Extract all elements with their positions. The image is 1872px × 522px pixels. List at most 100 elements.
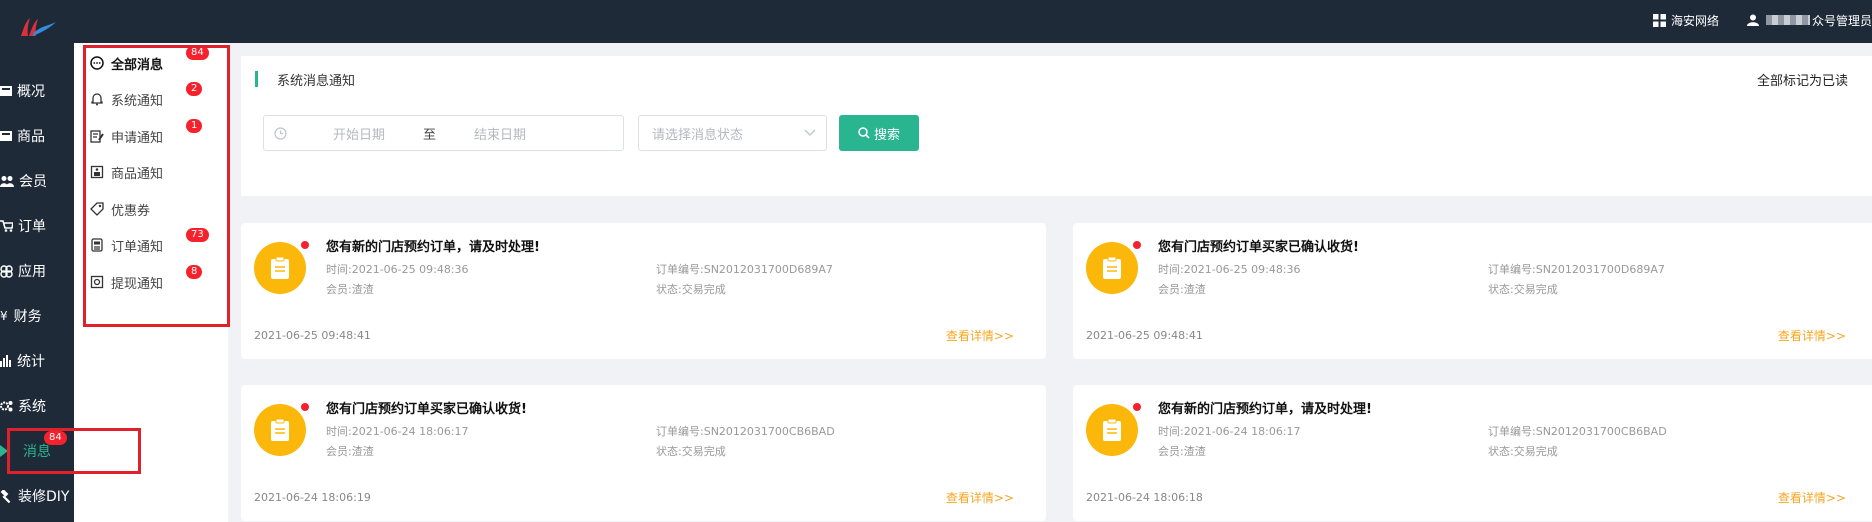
start-date-input[interactable]: 开始日期 (333, 124, 385, 143)
search-icon (858, 127, 870, 139)
message-member: 会员:渣渣 (326, 283, 374, 296)
sidebar-item-statistics[interactable]: 统计 (0, 346, 74, 376)
message-card[interactable]: 您有新的门店预约订单，请及时处理! 时间:2021-06-25 09:48:36… (241, 223, 1046, 359)
submenu-label: 申请通知 (111, 130, 164, 146)
submenu-item-application[interactable]: 申请通知 1 (90, 119, 222, 147)
safe-icon (90, 275, 104, 289)
message-title: 您有门店预约订单买家已确认收货! (1158, 240, 1359, 255)
submenu-label: 商品通知 (111, 166, 164, 182)
org-label: 海安网络 (1670, 13, 1719, 28)
sidebar-item-label: 统计 (17, 354, 45, 370)
message-created-time: 2021-06-24 18:06:18 (1086, 491, 1203, 504)
message-status: 状态:交易完成 (656, 445, 726, 458)
message-created-time: 2021-06-25 09:48:41 (254, 329, 371, 342)
message-time: 时间:2021-06-25 09:48:36 (326, 263, 469, 276)
submenu-badge: 73 (186, 228, 209, 242)
clipboard-icon (254, 404, 306, 456)
submenu-item-goods[interactable]: 商品通知 (90, 161, 222, 183)
page-title: 系统消息通知 (255, 70, 355, 89)
message-created-time: 2021-06-24 18:06:19 (254, 491, 371, 504)
receipt-icon (91, 238, 103, 252)
submenu-item-coupon[interactable]: 优惠券 (90, 198, 222, 220)
gear-icon (0, 401, 13, 412)
message-title: 您有门店预约订单买家已确认收货! (326, 402, 527, 417)
message-card[interactable]: 您有门店预约订单买家已确认收货! 时间:2021-06-25 09:48:36 … (1073, 223, 1872, 359)
tag-icon (90, 202, 104, 216)
sidebar-item-label: 会员 (19, 174, 47, 190)
sidebar-item-goods[interactable]: 商品 (0, 121, 74, 151)
chat-bubble-icon (90, 56, 104, 70)
org-switch[interactable]: 海安网络 (1652, 12, 1719, 29)
submenu-item-withdraw[interactable]: 提现通知 8 (90, 265, 222, 293)
message-order-no: 订单编号:SN2012031700CB6BAD (1488, 425, 1667, 438)
end-date-input[interactable]: 结束日期 (474, 124, 526, 143)
submenu-badge: 8 (186, 265, 203, 279)
main-sidebar: 概况 商品 会员 订单 应用 ¥ 财务 统计 系统 消息 84 装修DIY (0, 43, 74, 522)
sidebar-item-decoration[interactable]: 装修DIY (0, 481, 74, 511)
user-menu[interactable]: 众号管理员 (1746, 12, 1872, 29)
submenu-label: 优惠券 (111, 203, 151, 219)
bell-icon (91, 93, 103, 106)
unread-dot (1133, 403, 1141, 411)
message-title: 您有新的门店预约订单，请及时处理! (1158, 402, 1372, 417)
top-bar: 海安网络 众号管理员 (0, 0, 1872, 43)
message-member: 会员:渣渣 (1158, 445, 1206, 458)
bar-chart-icon (0, 355, 11, 367)
clipboard-icon (1086, 242, 1138, 294)
sidebar-item-label: 应用 (18, 264, 46, 280)
message-time: 时间:2021-06-25 09:48:36 (1158, 263, 1301, 276)
clock-icon (274, 126, 287, 140)
message-status: 状态:交易完成 (1488, 445, 1558, 458)
message-time: 时间:2021-06-24 18:06:17 (326, 425, 469, 438)
message-member: 会员:渣渣 (1158, 283, 1206, 296)
user-role-label: 众号管理员 (1811, 13, 1872, 28)
message-status-select[interactable]: 请选择消息状态 (638, 115, 827, 151)
sidebar-item-overview[interactable]: 概况 (0, 76, 74, 106)
submenu-badge: 84 (186, 46, 209, 60)
submenu-item-orders[interactable]: 订单通知 73 (90, 228, 222, 256)
edit-note-icon (90, 130, 104, 143)
sidebar-item-label: 系统 (18, 399, 46, 415)
sidebar-item-finance[interactable]: ¥ 财务 (0, 301, 74, 331)
apps-icon (0, 264, 13, 278)
message-card[interactable]: 您有新的门店预约订单，请及时处理! 时间:2021-06-24 18:06:17… (1073, 385, 1872, 521)
blurred-username (1765, 15, 1810, 25)
view-details-link[interactable]: 查看详情>> (1778, 489, 1846, 506)
date-range-picker[interactable]: 开始日期 至 结束日期 (263, 115, 624, 151)
clipboard-icon (1086, 404, 1138, 456)
submenu-badge: 2 (186, 82, 203, 96)
search-button[interactable]: 搜索 (839, 115, 919, 151)
submenu-label: 提现通知 (111, 276, 164, 292)
sidebar-item-messages[interactable]: 消息 84 (0, 431, 74, 466)
logo[interactable] (18, 16, 58, 38)
submenu-label: 全部消息 (111, 57, 164, 73)
sidebar-item-apps[interactable]: 应用 (0, 256, 74, 286)
unread-dot (301, 403, 309, 411)
status-select-placeholder: 请选择消息状态 (652, 127, 744, 143)
message-order-no: 订单编号:SN2012031700D689A7 (1488, 263, 1665, 276)
message-member: 会员:渣渣 (326, 445, 374, 458)
sidebar-item-members[interactable]: 会员 (0, 166, 74, 196)
message-created-time: 2021-06-25 09:48:41 (1086, 329, 1203, 342)
mark-all-read-button[interactable]: 全部标记为已读 (1757, 70, 1848, 89)
submenu-item-system[interactable]: 系统通知 2 (90, 82, 222, 110)
search-button-label: 搜索 (873, 127, 900, 143)
message-card[interactable]: 您有门店预约订单买家已确认收货! 时间:2021-06-24 18:06:17 … (241, 385, 1046, 521)
goods-icon (0, 131, 12, 141)
hammer-icon (0, 489, 11, 503)
view-details-link[interactable]: 查看详情>> (1778, 327, 1846, 344)
message-title: 您有新的门店预约订单，请及时处理! (326, 240, 540, 255)
members-icon (0, 176, 14, 187)
filter-card: 系统消息通知 全部标记为已读 开始日期 至 结束日期 请选择消息状态 搜索 (241, 56, 1872, 196)
message-submenu: 全部消息 84 系统通知 2 申请通知 1 商品通知 优惠券 订单通知 73 提… (74, 43, 228, 522)
view-details-link[interactable]: 查看详情>> (946, 489, 1014, 506)
sidebar-item-system[interactable]: 系统 (0, 391, 74, 421)
grid-icon (1652, 13, 1666, 27)
chevron-down-icon (804, 129, 816, 136)
view-details-link[interactable]: 查看详情>> (946, 327, 1014, 344)
unread-dot (1133, 241, 1141, 249)
sidebar-item-label: 财务 (13, 309, 42, 325)
submenu-item-all[interactable]: 全部消息 84 (90, 46, 222, 74)
sidebar-item-orders[interactable]: 订单 (0, 211, 74, 241)
product-icon (90, 165, 104, 179)
